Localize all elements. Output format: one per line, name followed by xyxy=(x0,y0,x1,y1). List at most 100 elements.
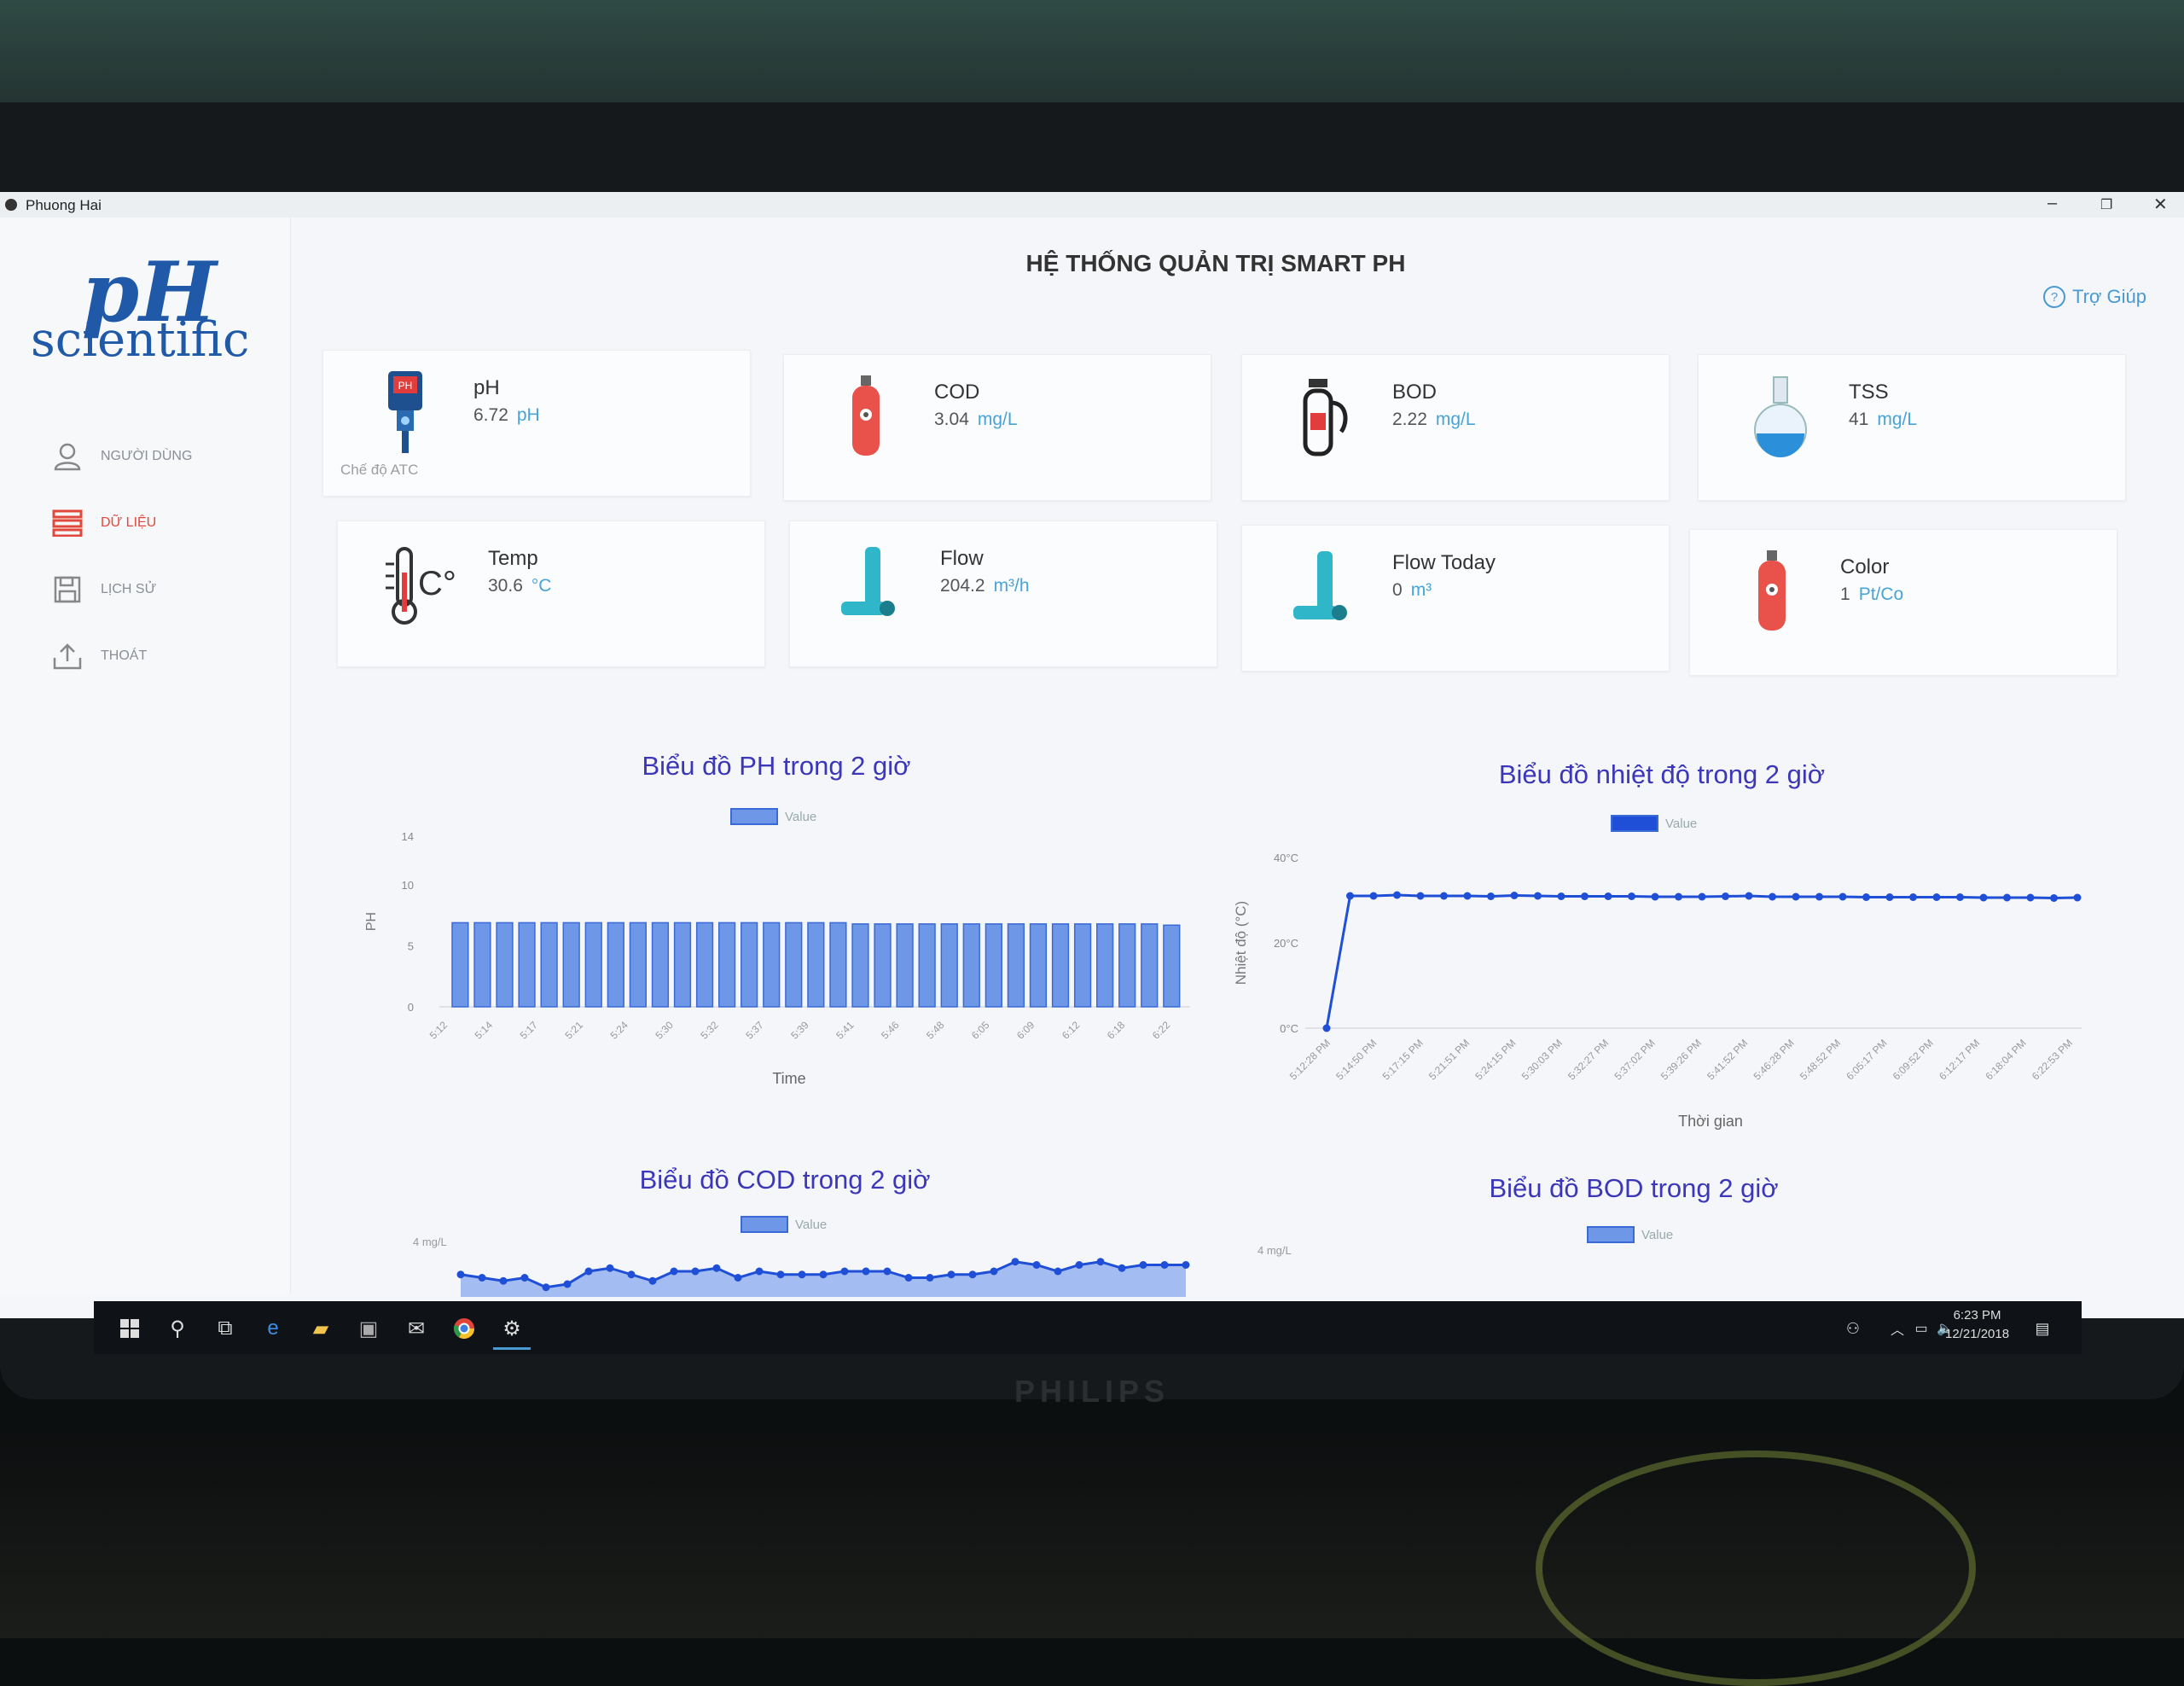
sidebar-item-data[interactable]: DỮ LIỆU xyxy=(49,506,156,540)
temp-series-line xyxy=(1325,893,2078,1029)
chrome-icon[interactable] xyxy=(445,1310,483,1347)
search-icon[interactable]: ⚲ xyxy=(159,1310,196,1347)
x-axis-label: Time xyxy=(772,1070,805,1087)
card-number: 30.6 xyxy=(488,576,523,596)
data-point xyxy=(1885,893,1894,901)
restore-icon[interactable]: ❐ xyxy=(2100,196,2112,213)
data-point xyxy=(1534,892,1542,900)
ph-chart-title: Biểu đồ PH trong 2 giờ xyxy=(642,751,911,781)
bar xyxy=(629,921,647,1008)
card-number: 204.2 xyxy=(940,576,985,596)
sidebar-item-history[interactable]: LỊCH SỬ xyxy=(49,573,156,607)
cable xyxy=(1536,1451,1976,1686)
card-unit: mg/L xyxy=(977,410,1018,429)
background-wall xyxy=(0,0,2184,119)
minimize-icon[interactable]: – xyxy=(2048,194,2057,213)
data-point xyxy=(712,1264,721,1272)
data-point xyxy=(1160,1261,1169,1269)
card-label: BOD xyxy=(1392,381,1438,404)
x-tick-label: 5:46:28 PM xyxy=(1751,1037,1797,1082)
close-icon[interactable]: ✕ xyxy=(2153,194,2168,215)
flask-icon xyxy=(1738,372,1823,474)
card-flow: Flow 204.2 m³/h xyxy=(789,520,1217,667)
data-point xyxy=(883,1267,892,1276)
bar xyxy=(607,921,624,1008)
x-tick-label: 5:30:03 PM xyxy=(1519,1037,1565,1082)
y-tick-label: 0 xyxy=(408,1001,414,1014)
store-icon[interactable]: ▣ xyxy=(350,1310,387,1347)
x-tick-label: 5:12:28 PM xyxy=(1287,1037,1333,1082)
x-tick-label: 5:46 xyxy=(879,1019,902,1042)
card-label: Color xyxy=(1840,555,1890,578)
data-point xyxy=(606,1264,614,1272)
data-point xyxy=(1416,892,1425,900)
x-tick-label: 5:39 xyxy=(788,1019,811,1042)
app-gear-icon[interactable]: ⚙ xyxy=(493,1310,531,1350)
temp-chart: 0°C 20°C 40°C Nhiệt độ (°C) 5:12:28 PM 5:14:5… xyxy=(1233,852,2082,1130)
card-unit: mg/L xyxy=(1877,410,1918,429)
data-point xyxy=(734,1274,742,1282)
data-point xyxy=(2050,894,2058,902)
card-value: 1 Pt/Co xyxy=(1840,584,1903,605)
x-tick-label: 6:22 xyxy=(1150,1019,1173,1042)
sidebar: pH scientific NGƯỜI DÙNG DỮ LIỆU LỊCH SỬ xyxy=(0,218,291,1293)
data-point xyxy=(1792,892,1800,901)
bar xyxy=(807,921,825,1008)
data-point xyxy=(926,1274,934,1282)
data-point xyxy=(627,1270,636,1279)
user-icon xyxy=(49,441,85,472)
card-label: Flow xyxy=(940,547,984,570)
card-label: pH xyxy=(473,376,500,399)
bar xyxy=(741,921,758,1008)
system-clock[interactable]: 6:23 PM 12/21/2018 xyxy=(1945,1306,2009,1344)
app-icon xyxy=(5,199,17,211)
monitor-brand: PHILIPS xyxy=(1014,1374,1170,1409)
bar xyxy=(1073,923,1092,1008)
card-unit: mg/L xyxy=(1435,410,1476,429)
sidebar-item-label: NGƯỜI DÙNG xyxy=(101,449,193,463)
x-tick-label: 5:32:27 PM xyxy=(1565,1037,1611,1082)
gas-cylinder-icon xyxy=(823,372,909,474)
y-tick-label: 4 mg/L xyxy=(413,1235,447,1248)
ph-chart: 0 5 10 14 PH 5:12 5:14 5:17 5:21 5:24 5:30 5:32 5:37… xyxy=(364,830,1190,1087)
help-link[interactable]: ? Trợ Giúp xyxy=(2043,286,2146,308)
screen: Phuong Hai – ❐ ✕ pH scientific NGƯỜI DÙN… xyxy=(0,192,2184,1354)
file-explorer-icon[interactable]: ▰ xyxy=(302,1310,340,1347)
bar xyxy=(962,923,980,1008)
data-point xyxy=(1510,892,1519,899)
y-tick-label: 4 mg/L xyxy=(1258,1244,1292,1257)
data-point xyxy=(1011,1258,1019,1266)
help-icon: ? xyxy=(2043,286,2065,308)
data-point xyxy=(1862,893,1870,901)
data-point xyxy=(1745,892,1753,900)
save-icon xyxy=(49,574,85,605)
edge-browser-icon[interactable]: e xyxy=(254,1310,292,1347)
data-point xyxy=(1393,891,1401,899)
data-point xyxy=(1032,1261,1041,1269)
sidebar-item-users[interactable]: NGƯỜI DÙNG xyxy=(49,439,192,474)
x-tick-label: 5:21 xyxy=(563,1019,586,1042)
y-tick-label: 14 xyxy=(402,830,414,843)
ph-meter-icon: PH xyxy=(363,368,448,470)
pipe-icon xyxy=(829,538,915,641)
data-point xyxy=(456,1270,465,1279)
bar xyxy=(717,921,736,1008)
people-icon[interactable]: ⚇ xyxy=(1834,1310,1872,1347)
data-point xyxy=(520,1274,529,1282)
bar xyxy=(562,921,580,1008)
card-value: 3.04 mg/L xyxy=(934,410,1018,430)
bar xyxy=(695,921,714,1008)
card-label: Temp xyxy=(488,547,538,570)
task-view-icon[interactable]: ⧉ xyxy=(206,1310,244,1347)
x-tick-label: 6:18:04 PM xyxy=(1983,1037,2028,1082)
notification-icon[interactable]: ▤ xyxy=(2024,1310,2061,1347)
card-unit: Pt/Co xyxy=(1858,584,1904,604)
mail-icon[interactable]: ✉ xyxy=(398,1310,435,1347)
windows-start-icon[interactable] xyxy=(111,1310,148,1347)
data-point xyxy=(1369,892,1378,900)
bar xyxy=(896,923,914,1008)
data-point xyxy=(1440,892,1448,900)
sidebar-item-logout[interactable]: THOÁT xyxy=(49,639,147,673)
data-point xyxy=(1651,892,1659,901)
data-point xyxy=(1557,892,1565,900)
